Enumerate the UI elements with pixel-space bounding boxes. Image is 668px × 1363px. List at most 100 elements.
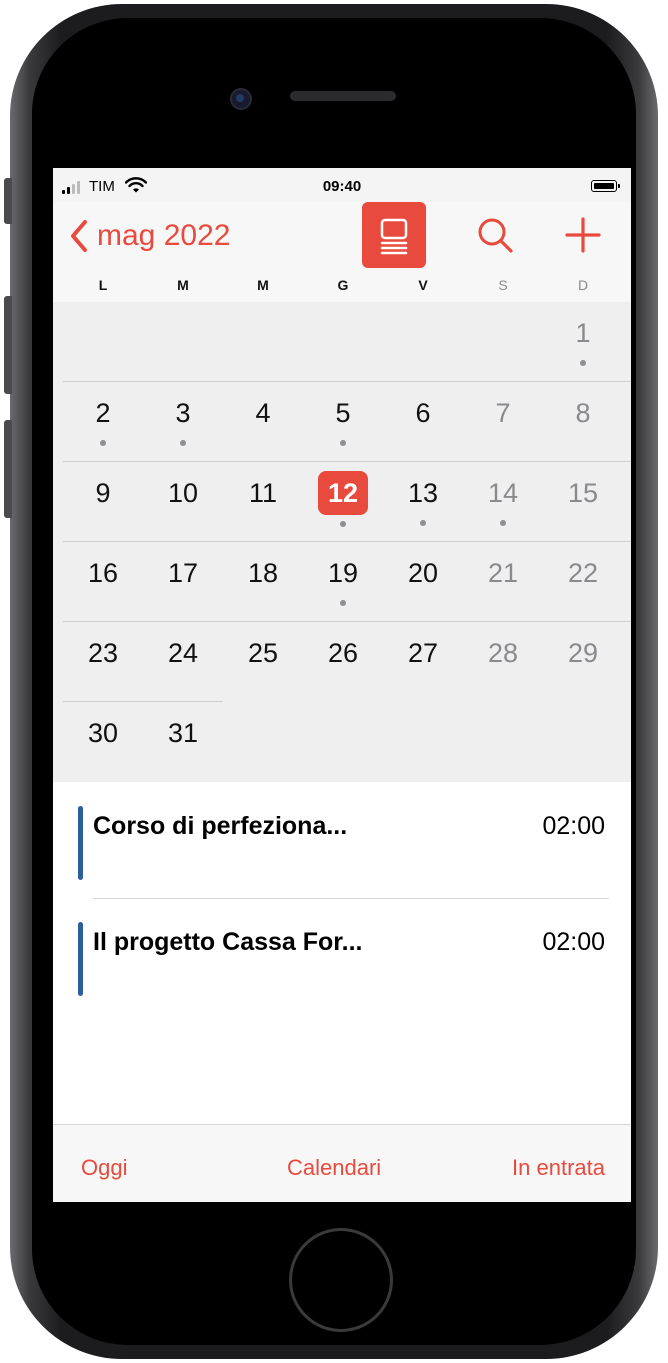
day-cell[interactable]: 9 <box>63 462 143 542</box>
weekday-label: L <box>98 277 108 293</box>
inbox-button[interactable]: In entrata <box>512 1155 605 1181</box>
day-cell <box>383 302 463 382</box>
day-cell <box>143 302 223 382</box>
day-number: 8 <box>575 398 591 428</box>
weekday-label: S <box>498 277 508 293</box>
calendars-button[interactable]: Calendari <box>287 1155 381 1181</box>
day-number: 21 <box>487 558 519 588</box>
day-cell[interactable]: 30 <box>63 702 143 782</box>
day-number: 1 <box>575 318 591 348</box>
event-indicator-dot <box>180 440 186 446</box>
day-cell[interactable]: 10 <box>143 462 223 542</box>
day-cell[interactable]: 7 <box>463 382 543 462</box>
mute-switch <box>4 178 12 224</box>
day-cell-today[interactable]: 12 <box>303 462 383 542</box>
day-number: 3 <box>175 398 191 428</box>
event-time: 02:00 <box>542 928 605 956</box>
day-cell[interactable]: 17 <box>143 542 223 622</box>
screen: TIM 09:40 mag 2022 L M M G V S D 1 2 3 4… <box>53 168 631 1202</box>
event-indicator-dot <box>340 600 346 606</box>
weekday-label: M <box>257 277 269 293</box>
event-list: Corso di perfeziona... 02:00 Il progetto… <box>53 782 631 1124</box>
day-cell[interactable]: 28 <box>463 622 543 702</box>
month-label: mag 2022 <box>97 219 231 252</box>
day-cell <box>303 302 383 382</box>
day-cell[interactable]: 23 <box>63 622 143 702</box>
bottom-toolbar: Oggi Calendari In entrata <box>53 1124 631 1202</box>
day-number: 12 <box>318 471 368 515</box>
week-row: 9 10 11 12 13 14 15 <box>53 462 631 542</box>
weekday-label: G <box>337 277 349 293</box>
day-number: 18 <box>247 558 279 588</box>
day-cell[interactable]: 18 <box>223 542 303 622</box>
day-number: 4 <box>255 398 271 428</box>
event-indicator-dot <box>420 520 426 526</box>
day-cell <box>63 302 143 382</box>
day-number: 6 <box>415 398 431 428</box>
day-cell[interactable]: 16 <box>63 542 143 622</box>
day-cell[interactable]: 4 <box>223 382 303 462</box>
list-view-icon <box>380 218 408 255</box>
event-row[interactable]: Il progetto Cassa For... 02:00 <box>53 898 631 1014</box>
day-cell[interactable]: 21 <box>463 542 543 622</box>
nav-bar: mag 2022 <box>53 202 631 268</box>
add-event-button[interactable] <box>551 202 615 268</box>
event-time: 02:00 <box>542 812 605 840</box>
day-cell[interactable]: 14 <box>463 462 543 542</box>
day-cell[interactable]: 5 <box>303 382 383 462</box>
day-number: 22 <box>567 558 599 588</box>
day-number: 10 <box>167 478 199 508</box>
calendar-color-bar <box>78 806 83 880</box>
day-cell[interactable]: 6 <box>383 382 463 462</box>
day-number: 28 <box>487 638 519 668</box>
day-number: 20 <box>407 558 439 588</box>
day-number: 14 <box>487 478 519 508</box>
day-cell[interactable]: 27 <box>383 622 463 702</box>
event-row[interactable]: Corso di perfeziona... 02:00 <box>53 782 631 898</box>
search-button[interactable] <box>463 202 527 268</box>
day-cell <box>223 302 303 382</box>
front-camera <box>230 88 252 110</box>
today-button[interactable]: Oggi <box>81 1155 127 1181</box>
volume-down-button <box>4 420 12 518</box>
day-cell[interactable]: 29 <box>543 622 623 702</box>
day-cell[interactable]: 22 <box>543 542 623 622</box>
day-number: 7 <box>495 398 511 428</box>
day-cell[interactable]: 19 <box>303 542 383 622</box>
week-row: 2 3 4 5 6 7 8 <box>53 382 631 462</box>
week-row: 1 <box>53 302 631 382</box>
back-button[interactable]: mag 2022 <box>67 218 230 254</box>
day-cell[interactable]: 8 <box>543 382 623 462</box>
event-indicator-dot <box>100 440 106 446</box>
day-number: 11 <box>248 478 278 508</box>
volume-up-button <box>4 296 12 394</box>
day-cell[interactable]: 3 <box>143 382 223 462</box>
weekday-label: D <box>577 277 589 293</box>
calendar-color-bar <box>78 922 83 996</box>
event-title: Corso di perfeziona... <box>93 812 348 840</box>
day-cell[interactable]: 1 <box>543 302 623 382</box>
day-cell[interactable]: 13 <box>383 462 463 542</box>
day-cell[interactable]: 26 <box>303 622 383 702</box>
earpiece-speaker <box>290 91 396 101</box>
day-cell <box>463 302 543 382</box>
day-cell[interactable]: 24 <box>143 622 223 702</box>
day-number: 5 <box>335 398 351 428</box>
home-button[interactable] <box>289 1228 393 1332</box>
day-cell[interactable]: 11 <box>223 462 303 542</box>
day-number: 19 <box>327 558 359 588</box>
day-cell[interactable]: 31 <box>143 702 223 782</box>
list-view-button[interactable] <box>362 202 426 268</box>
event-indicator-dot <box>340 440 346 446</box>
add-icon <box>565 217 601 253</box>
search-icon <box>478 218 513 253</box>
day-cell[interactable]: 20 <box>383 542 463 622</box>
day-cell[interactable]: 2 <box>63 382 143 462</box>
status-time: 09:40 <box>322 178 362 195</box>
status-bar: TIM 09:40 <box>53 168 631 202</box>
day-cell[interactable]: 15 <box>543 462 623 542</box>
day-number: 26 <box>327 638 359 668</box>
day-cell[interactable]: 25 <box>223 622 303 702</box>
weekday-header: L M M G V S D <box>53 268 631 303</box>
event-indicator-dot <box>500 520 506 526</box>
